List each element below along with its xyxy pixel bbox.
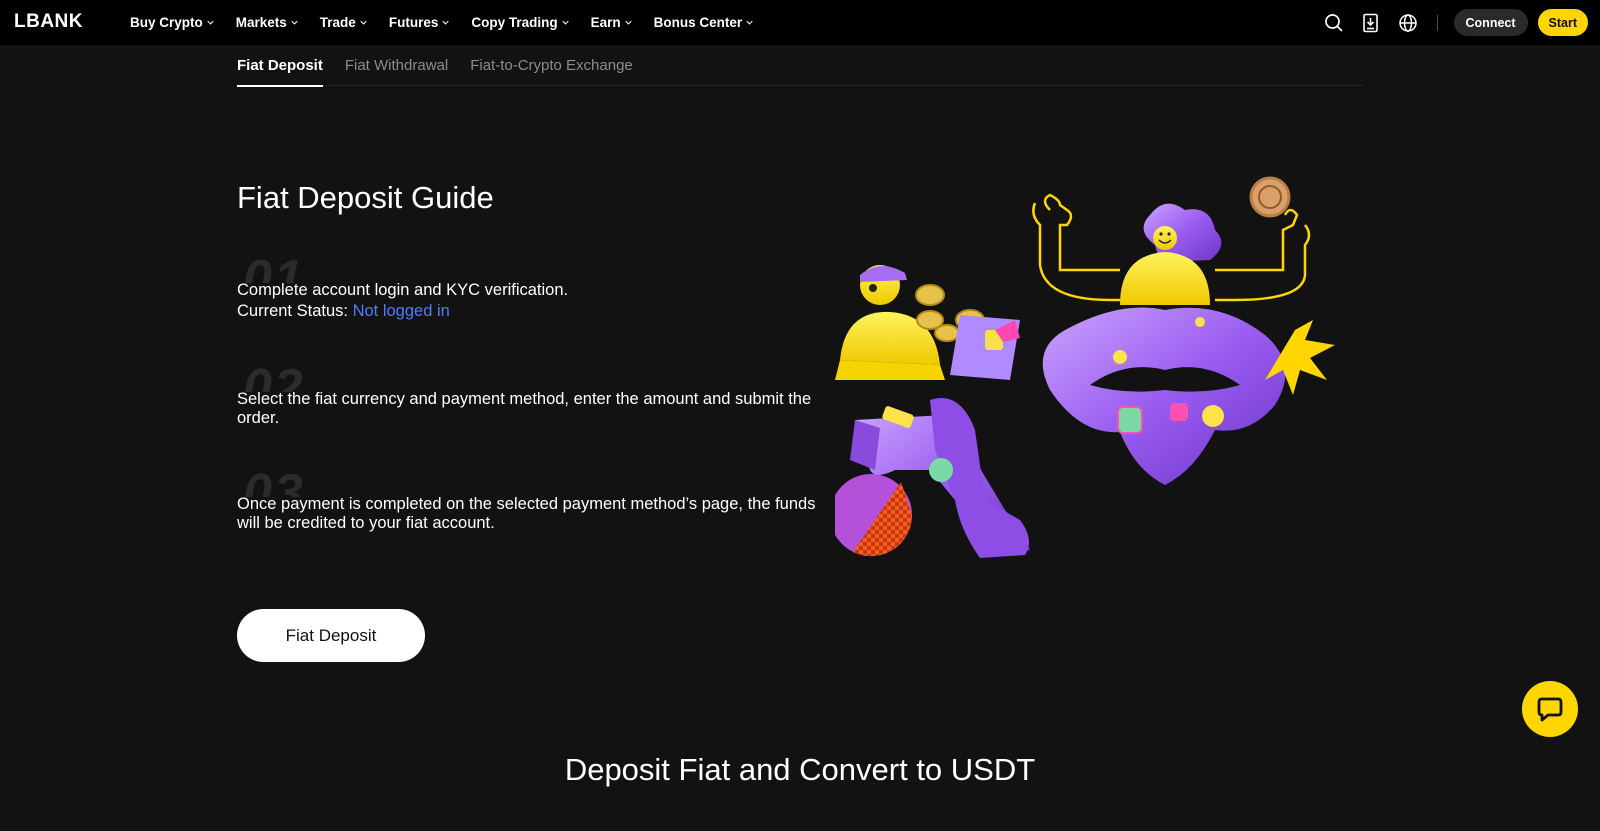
nav-item-label: Bonus Center bbox=[653, 15, 743, 30]
guide-step-3: 03 Once payment is completed on the sele… bbox=[237, 467, 827, 533]
guide-step-2: 02 Select the fiat currency and payment … bbox=[237, 362, 827, 428]
step-text: Once payment is completed on the selecte… bbox=[237, 495, 816, 532]
section-title: Deposit Fiat and Convert to USDT bbox=[564, 752, 1036, 787]
top-right-actions: Connect Start bbox=[1308, 0, 1588, 45]
nav-item-label: Buy Crypto bbox=[130, 15, 203, 30]
chevron-down-icon bbox=[207, 20, 214, 25]
nav-item-label: Copy Trading bbox=[471, 15, 558, 30]
tab-fiat-withdrawal[interactable]: Fiat Withdrawal bbox=[345, 45, 448, 86]
nav-item-label: Trade bbox=[319, 15, 356, 30]
tab-fiat-to-crypto-exchange[interactable]: Fiat-to-Crypto Exchange bbox=[470, 45, 633, 86]
chevron-down-icon bbox=[442, 20, 449, 25]
login-status-link[interactable]: Not logged in bbox=[353, 302, 450, 320]
start-button[interactable]: Start bbox=[1537, 9, 1588, 36]
chat-bubble-icon bbox=[1537, 697, 1563, 722]
nav-item-buy-crypto[interactable]: Buy Crypto bbox=[130, 15, 214, 30]
guide-title: Fiat Deposit Guide bbox=[237, 180, 494, 215]
main-nav: Buy Crypto Markets Trade Futures Copy Tr… bbox=[130, 0, 775, 45]
search-icon[interactable] bbox=[1323, 12, 1345, 34]
chevron-down-icon bbox=[561, 20, 569, 25]
status-label: Current Status: bbox=[237, 302, 348, 320]
toolbar-divider bbox=[1436, 14, 1438, 31]
top-navigation-bar: LBANK Buy Crypto Markets Trade Futures C… bbox=[0, 0, 1600, 45]
step-text: Select the fiat currency and payment met… bbox=[237, 390, 812, 427]
chevron-down-icon bbox=[291, 20, 298, 25]
download-app-icon[interactable] bbox=[1360, 12, 1382, 34]
nav-item-label: Futures bbox=[388, 15, 439, 30]
nav-item-label: Markets bbox=[235, 15, 287, 30]
guide-step-1: 01 Complete account login and KYC verifi… bbox=[237, 253, 827, 323]
language-globe-icon[interactable] bbox=[1397, 12, 1419, 34]
connect-button[interactable]: Connect bbox=[1453, 9, 1528, 36]
chevron-down-icon bbox=[624, 20, 632, 25]
nav-item-bonus-center[interactable]: Bonus Center bbox=[654, 15, 754, 30]
nav-item-trade[interactable]: Trade bbox=[320, 15, 367, 30]
tab-fiat-deposit[interactable]: Fiat Deposit bbox=[237, 45, 323, 87]
login-status: Current Status: Not logged in bbox=[237, 300, 827, 323]
nav-item-copy-trading[interactable]: Copy Trading bbox=[471, 15, 569, 30]
fiat-deposit-illustration bbox=[835, 176, 1335, 558]
nav-item-earn[interactable]: Earn bbox=[591, 15, 632, 30]
lbank-logo[interactable]: LBANK bbox=[14, 11, 83, 33]
fiat-tabs: Fiat Deposit Fiat Withdrawal Fiat-to-Cry… bbox=[237, 45, 1363, 87]
nav-item-futures[interactable]: Futures bbox=[389, 15, 450, 30]
fiat-deposit-button[interactable]: Fiat Deposit bbox=[237, 609, 425, 662]
chat-support-button[interactable] bbox=[1522, 681, 1578, 737]
chevron-down-icon bbox=[746, 20, 753, 25]
nav-item-label: Earn bbox=[590, 15, 621, 30]
step-text: Complete account login and KYC verificat… bbox=[237, 281, 569, 299]
chevron-down-icon bbox=[360, 20, 367, 25]
nav-item-markets[interactable]: Markets bbox=[236, 15, 298, 30]
